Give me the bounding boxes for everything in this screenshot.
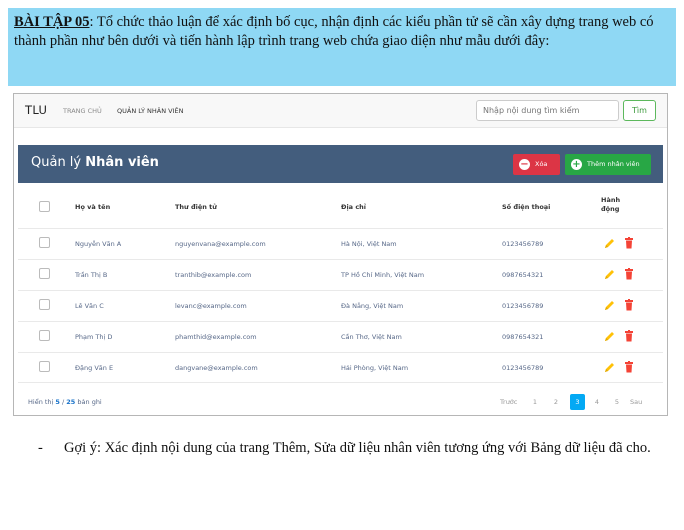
panel-header: Quản lý Nhân viên − Xóa + Thêm nhân viên [18,145,663,183]
trash-icon[interactable] [623,236,635,250]
cell-email: tranthib@example.com [175,271,252,279]
plus-circle-icon: + [571,159,582,170]
add-button-label: Thêm nhân viên [587,160,640,168]
table-header: Họ và tên Thư điện tử Địa chỉ Số điện th… [18,183,663,228]
table-row: Trần Thị B tranthib@example.com TP Hồ Ch… [18,259,663,290]
header-email: Thư điện tử [175,203,217,211]
cell-phone: 0987654321 [502,271,544,279]
navbar: TLU TRANG CHỦ QUẢN LÝ NHÂN VIÊN Tìm [14,94,667,128]
header-address: Địa chỉ [341,203,367,211]
table-footer: Hiển thị 5 / 25 bản ghi Trước 1 2 3 4 5 … [14,392,669,412]
pencil-icon[interactable] [603,360,615,374]
cell-name: Nguyễn Văn A [75,240,122,248]
delete-button[interactable]: − Xóa [513,154,560,175]
trash-icon[interactable] [623,329,635,343]
pagination-page[interactable]: 1 [529,394,541,410]
bullet-dash: - [38,440,43,456]
exercise-label: BÀI TẬP 05 [14,14,90,30]
trash-icon[interactable] [623,298,635,312]
select-all-checkbox[interactable] [39,201,50,212]
title-bold: Nhân viên [85,155,159,170]
hint-text: Gợi ý: Xác định nội dung của trang Thêm,… [64,440,651,456]
trash-icon[interactable] [623,360,635,374]
cell-email: levanc@example.com [175,302,247,310]
cell-phone: 0123456789 [502,364,544,372]
brand-logo[interactable]: TLU [25,103,47,117]
search-input[interactable] [476,100,619,121]
delete-button-label: Xóa [535,160,548,168]
cell-name: Đặng Văn E [75,364,114,372]
page-title: Quản lý Nhân viên [31,155,159,170]
ui-mockup: TLU TRANG CHỦ QUẢN LÝ NHÂN VIÊN Tìm Quản… [13,93,668,416]
cell-address: TP Hồ Chí Minh, Việt Nam [341,271,425,279]
exercise-text: : Tổ chức thảo luận để xác định bố cục, … [14,14,654,49]
header-name: Họ và tên [75,203,111,211]
pagination-page-active[interactable]: 3 [570,394,585,410]
exercise-description: BÀI TẬP 05: Tổ chức thảo luận để xác địn… [8,8,676,86]
row-checkbox[interactable] [39,330,50,341]
cell-email: dangvane@example.com [175,364,258,372]
cell-email: nguyenvana@example.com [175,240,266,248]
row-checkbox[interactable] [39,268,50,279]
row-checkbox[interactable] [39,299,50,310]
title-prefix: Quản lý [31,155,86,170]
search-button[interactable]: Tìm [623,100,656,121]
pencil-icon[interactable] [603,267,615,281]
nav-item-home[interactable]: TRANG CHỦ [63,107,102,115]
table-row: Nguyễn Văn A nguyenvana@example.com Hà N… [18,228,663,259]
cell-phone: 0123456789 [502,240,544,248]
pagination-next[interactable]: Sau [630,394,642,410]
pencil-icon[interactable] [603,298,615,312]
pagination-page[interactable]: 5 [611,394,623,410]
cell-address: Hà Nội, Việt Nam [341,240,397,248]
cell-name: Trần Thị B [75,271,108,279]
minus-circle-icon: − [519,159,530,170]
cell-phone: 0987654321 [502,333,544,341]
cell-address: Cần Thơ, Việt Nam [341,333,402,341]
table-row: Đặng Văn E dangvane@example.com Hải Phòn… [18,352,663,383]
add-employee-button[interactable]: + Thêm nhân viên [565,154,651,175]
cell-address: Đà Nẵng, Việt Nam [341,302,404,310]
cell-email: phamthid@example.com [175,333,257,341]
pagination-page[interactable]: 2 [550,394,562,410]
table-row: Phạm Thị D phamthid@example.com Cần Thơ,… [18,321,663,352]
pagination-previous[interactable]: Trước [500,394,517,410]
record-count: Hiển thị 5 / 25 bản ghi [28,398,102,406]
trash-icon[interactable] [623,267,635,281]
nav-item-employees[interactable]: QUẢN LÝ NHÂN VIÊN [117,107,184,115]
cell-name: Lê Văn C [75,302,104,310]
employee-table: Họ và tên Thư điện tử Địa chỉ Số điện th… [18,183,663,383]
cell-phone: 0123456789 [502,302,544,310]
cell-name: Phạm Thị D [75,333,113,341]
header-phone: Số điện thoại [502,203,551,211]
showing-prefix: Hiển thị [28,398,56,406]
count-suffix: bản ghi [75,398,102,406]
row-checkbox[interactable] [39,237,50,248]
pencil-icon[interactable] [603,236,615,250]
pagination-page[interactable]: 4 [591,394,603,410]
header-actions: Hành động [601,196,621,213]
table-row: Lê Văn C levanc@example.com Đà Nẵng, Việ… [18,290,663,321]
cell-address: Hải Phòng, Việt Nam [341,364,409,372]
total-count: 25 [66,398,76,406]
row-checkbox[interactable] [39,361,50,372]
hint-paragraph: - Gợi ý: Xác định nội dung của trang Thê… [38,438,674,459]
pencil-icon[interactable] [603,329,615,343]
